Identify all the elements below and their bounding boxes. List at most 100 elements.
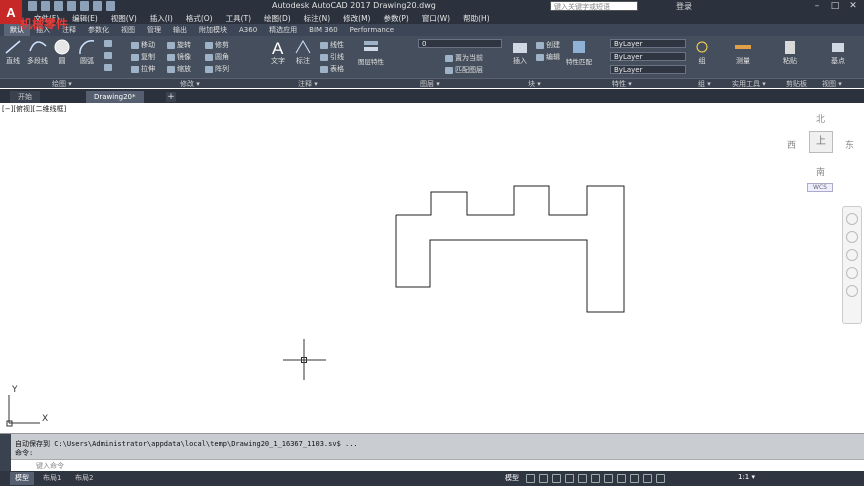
menu-item-1[interactable]: 编辑(E) [72, 13, 98, 24]
redo-icon[interactable] [106, 1, 115, 11]
scale-button[interactable]: 缩放 [167, 64, 191, 74]
array-button[interactable]: 阵列 [205, 64, 229, 74]
rotate-button[interactable]: 旋转 [167, 40, 191, 50]
move-button[interactable]: 移动 [131, 40, 155, 50]
set-current-button[interactable]: 置为当前 [445, 53, 483, 63]
help-search-input[interactable]: 键入关键字或短语 [550, 1, 638, 11]
ribbon-tab-9[interactable]: 精选应用 [263, 25, 303, 35]
viewcube-south[interactable]: 南 [816, 165, 825, 178]
line-button[interactable]: 直线 [3, 38, 23, 66]
save-as-icon[interactable] [67, 1, 76, 11]
copy-button[interactable]: 复制 [131, 52, 155, 62]
panel-label-6[interactable]: 组 ▾ [698, 79, 711, 89]
menu-item-2[interactable]: 视图(V) [111, 13, 137, 24]
paste-button[interactable]: 粘贴 [780, 38, 800, 66]
group-button[interactable]: 组 [692, 38, 712, 66]
model-space-toggle[interactable]: 模型 [505, 473, 519, 483]
leader-button[interactable]: 引线 [320, 52, 344, 62]
lineweight-icon[interactable] [604, 474, 613, 483]
panel-label-1[interactable]: 修改 ▾ [180, 79, 200, 89]
layer-properties-button[interactable]: 图层特性 [358, 38, 384, 66]
menu-item-8[interactable]: 修改(M) [343, 13, 370, 24]
grid-icon[interactable] [526, 474, 535, 483]
zoom-icon[interactable] [846, 249, 858, 261]
color-dropdown[interactable]: ByLayer [610, 39, 686, 48]
stretch-button[interactable]: 拉伸 [131, 64, 155, 74]
measure-button[interactable]: 测量 [733, 38, 753, 66]
mirror-button[interactable]: 镜像 [167, 52, 191, 62]
boundary-tool[interactable] [104, 64, 112, 71]
viewcube-west[interactable]: 西 [787, 138, 796, 151]
orbit-icon[interactable] [846, 267, 858, 279]
create-block-button[interactable]: 创建 [536, 40, 560, 50]
linetype-dropdown[interactable]: ByLayer [610, 52, 686, 61]
undo-icon[interactable] [93, 1, 102, 11]
ribbon-tab-6[interactable]: 输出 [167, 25, 193, 35]
table-button[interactable]: 表格 [320, 64, 344, 74]
viewcube-top-face[interactable]: 上 [809, 131, 833, 153]
layer-dropdown[interactable]: 0 [418, 39, 502, 48]
transparency-icon[interactable] [617, 474, 626, 483]
auto-scale-icon[interactable] [656, 474, 665, 483]
command-window-handle[interactable] [0, 434, 11, 472]
lineweight-dropdown[interactable]: ByLayer [610, 65, 686, 74]
base-view-button[interactable]: 基点 [828, 38, 848, 66]
application-menu-button[interactable]: A [0, 0, 22, 24]
save-icon[interactable] [54, 1, 63, 11]
menu-item-4[interactable]: 格式(O) [186, 13, 213, 24]
layout-tab-2[interactable]: 布局2 [70, 472, 98, 485]
annotation-visibility-icon[interactable] [643, 474, 652, 483]
match-layer-button[interactable]: 匹配图层 [445, 65, 483, 75]
ortho-icon[interactable] [552, 474, 561, 483]
panel-label-0[interactable]: 绘图 ▾ [52, 79, 72, 89]
osnap-icon[interactable] [578, 474, 587, 483]
dimension-button[interactable]: 标注 [293, 38, 313, 66]
ribbon-tab-4[interactable]: 视图 [115, 25, 141, 35]
layout-tab-model[interactable]: 模型 [10, 472, 34, 485]
ribbon-tab-3[interactable]: 参数化 [82, 25, 115, 35]
ribbon-tab-5[interactable]: 管理 [141, 25, 167, 35]
annotation-scale[interactable]: 1:1 ▾ [738, 473, 755, 481]
pan-icon[interactable] [846, 231, 858, 243]
showmotion-icon[interactable] [846, 285, 858, 297]
steering-wheel-icon[interactable] [846, 213, 858, 225]
sign-in-button[interactable]: 登录 [676, 1, 692, 12]
edit-block-button[interactable]: 编辑 [536, 52, 560, 62]
open-icon[interactable] [41, 1, 50, 11]
menu-item-7[interactable]: 标注(N) [304, 13, 330, 24]
ribbon-tab-10[interactable]: BIM 360 [303, 26, 344, 34]
rectangle-tool[interactable] [104, 40, 112, 47]
ribbon-tab-8[interactable]: A360 [233, 26, 263, 34]
match-properties-button[interactable]: 特性匹配 [566, 38, 592, 66]
hatch-tool[interactable] [104, 52, 112, 59]
close-icon[interactable]: ✕ [844, 0, 862, 12]
circle-button[interactable]: 圆 [52, 38, 72, 66]
menu-item-3[interactable]: 插入(I) [150, 13, 173, 24]
menu-item-5[interactable]: 工具(T) [226, 13, 251, 24]
command-input[interactable]: 键入命令 [11, 459, 864, 471]
start-tab[interactable]: 开始 [10, 91, 40, 103]
ribbon-tab-7[interactable]: 附加模块 [193, 25, 233, 35]
menu-item-11[interactable]: 帮助(H) [463, 13, 490, 24]
layout-tab-1[interactable]: 布局1 [38, 472, 66, 485]
selection-cycling-icon[interactable] [630, 474, 639, 483]
menu-item-9[interactable]: 参数(P) [383, 13, 408, 24]
panel-label-5[interactable]: 特性 ▾ [612, 79, 632, 89]
plot-icon[interactable] [80, 1, 89, 11]
panel-label-4[interactable]: 块 ▾ [528, 79, 541, 89]
minimize-icon[interactable]: – [808, 0, 826, 12]
panel-label-9[interactable]: 视图 ▾ [822, 79, 842, 89]
new-tab-icon[interactable]: + [166, 92, 176, 102]
panel-label-7[interactable]: 实用工具 ▾ [732, 79, 766, 89]
panel-label-3[interactable]: 图层 ▾ [420, 79, 440, 89]
polyline-button[interactable]: 多段线 [27, 38, 48, 66]
maximize-icon[interactable]: □ [826, 0, 844, 12]
ribbon-tab-11[interactable]: Performance [344, 26, 400, 34]
new-icon[interactable] [28, 1, 37, 11]
panel-label-8[interactable]: 剪贴板 [786, 79, 807, 89]
panel-label-2[interactable]: 注释 ▾ [298, 79, 318, 89]
viewcube-east[interactable]: 东 [845, 138, 854, 151]
drawing-tab[interactable]: Drawing20* [86, 91, 144, 103]
menu-item-6[interactable]: 绘图(D) [264, 13, 291, 24]
menu-item-10[interactable]: 窗口(W) [422, 13, 450, 24]
